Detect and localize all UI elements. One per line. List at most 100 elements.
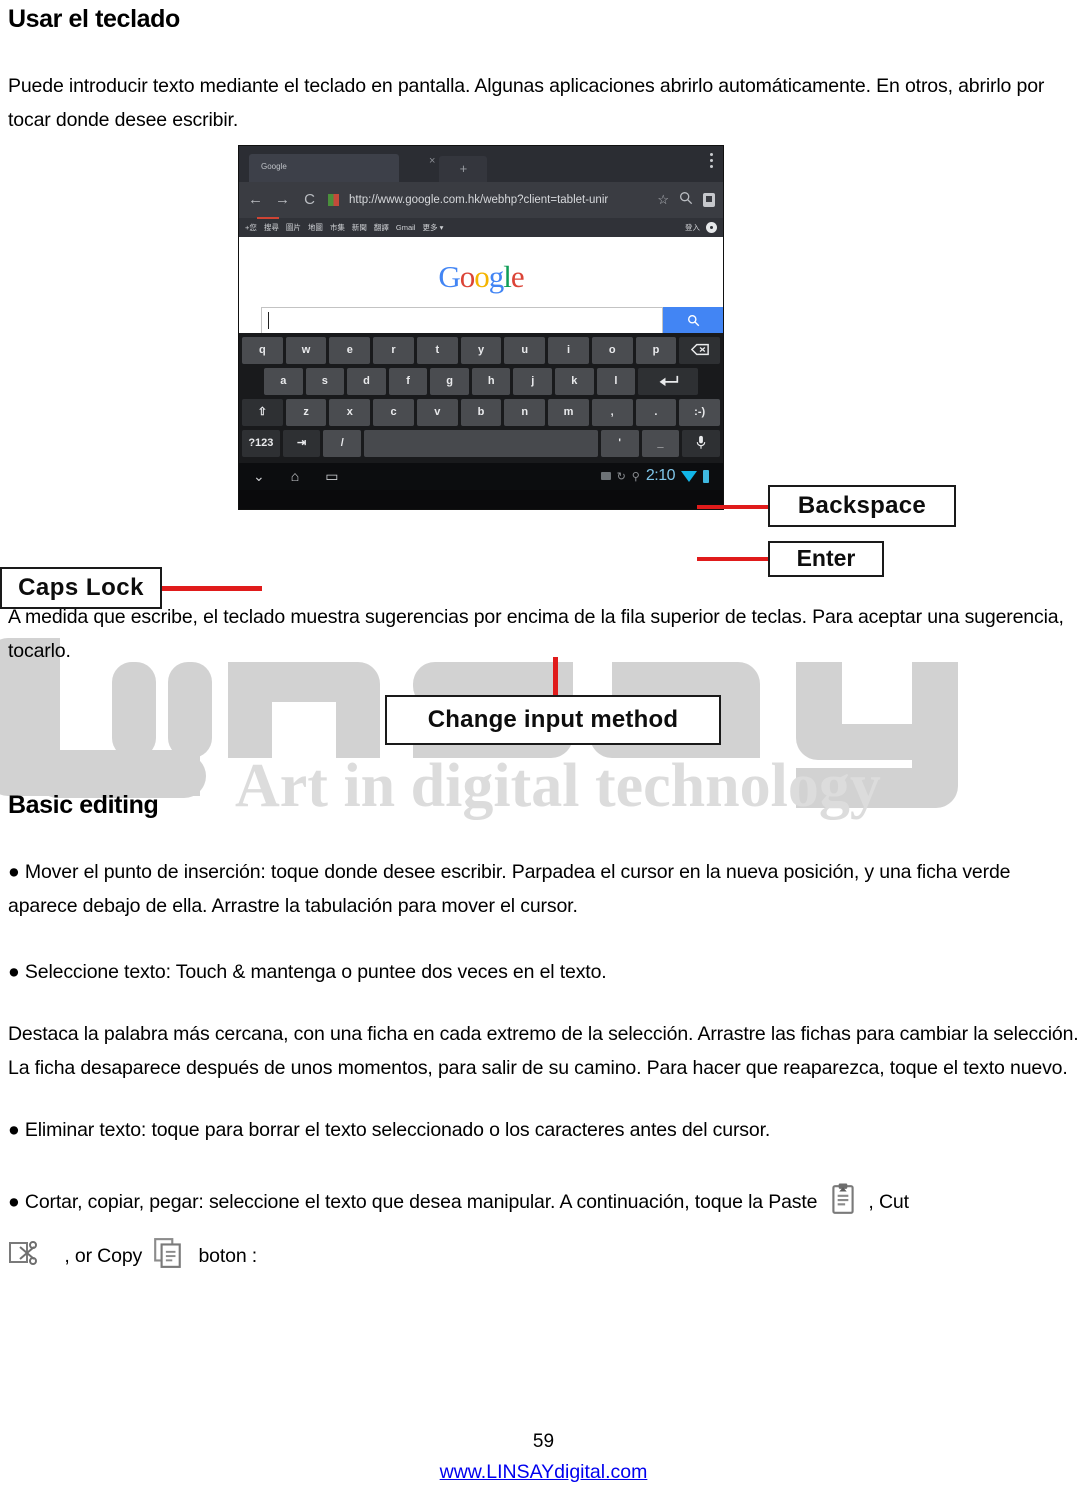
intro-paragraph: Puede introducir texto mediante el tecla… xyxy=(8,74,1045,131)
key-y[interactable]: y xyxy=(460,336,502,364)
keyboard-row-2: a s d f g h j k l xyxy=(242,367,720,395)
key-apostrophe[interactable]: ' xyxy=(600,429,639,457)
back-down-icon[interactable]: ⌄ xyxy=(253,468,265,485)
key-t[interactable]: t xyxy=(416,336,458,364)
key-q[interactable]: q xyxy=(241,336,283,364)
bullet-delete-text: ● Eliminar texto: toque para borrar el t… xyxy=(8,1119,771,1141)
tablet-screenshot: Google × + ← → C http://www.google.com.h… xyxy=(238,144,724,510)
key-d[interactable]: d xyxy=(347,367,386,395)
google-search-input[interactable] xyxy=(261,306,663,333)
google-nav-right: 登入 xyxy=(685,221,717,233)
backspace-key[interactable] xyxy=(679,336,721,364)
logo-char-4: l xyxy=(503,258,512,294)
key-e[interactable]: e xyxy=(329,336,371,364)
key-f[interactable]: f xyxy=(388,367,428,395)
browser-url-bar: ← → C http://www.google.com.hk/webhp?cli… xyxy=(239,181,723,218)
key-b[interactable]: b xyxy=(460,398,502,426)
android-system-bar: ⌄ ⌂ ▭ ↻ ⚲ 2:10 xyxy=(239,462,723,490)
google-nav-item-7[interactable]: Gmail xyxy=(396,223,416,232)
google-nav-item-0[interactable]: +您 xyxy=(245,216,279,233)
numeric-symbols-key[interactable]: ?123 xyxy=(242,429,280,457)
key-r[interactable]: r xyxy=(373,336,414,364)
paragraph-highlight-word: Destaca la palabra más cercana, con una … xyxy=(8,1023,1079,1079)
google-nav-item-2[interactable]: 圖片 xyxy=(286,222,301,233)
key-period[interactable]: . xyxy=(635,398,677,426)
document-page: Art in digital technology Usar el teclad… xyxy=(0,5,1087,1502)
bookmark-star-icon[interactable]: ☆ xyxy=(657,192,669,208)
browser-tab[interactable]: Google xyxy=(249,153,399,182)
bullet-move-insertion-point: ● Mover el punto de inserción: toque don… xyxy=(8,861,1011,917)
forward-icon[interactable]: → xyxy=(274,191,291,208)
logo-char-1: o xyxy=(459,258,475,294)
change-input-method-callout: Change input method xyxy=(385,694,721,745)
key-m[interactable]: m xyxy=(548,398,589,426)
key-z[interactable]: z xyxy=(285,398,327,426)
recents-icon[interactable]: ▭ xyxy=(325,468,338,485)
google-nav-item-4[interactable]: 市集 xyxy=(330,222,345,233)
google-nav-item-3[interactable]: 地圖 xyxy=(308,222,323,233)
key-underscore[interactable]: _ xyxy=(641,429,680,457)
page-number: 59 xyxy=(532,1431,555,1452)
new-tab-button[interactable]: + xyxy=(439,155,488,182)
page-title: Usar el teclado xyxy=(8,5,180,33)
key-g[interactable]: g xyxy=(430,367,469,395)
key-v[interactable]: v xyxy=(416,398,458,426)
browser-menu-icon[interactable] xyxy=(710,152,713,171)
enter-key[interactable] xyxy=(638,367,698,395)
key-n[interactable]: n xyxy=(504,398,546,426)
key-p[interactable]: p xyxy=(635,336,677,364)
cut-icon xyxy=(8,1237,38,1269)
key-s[interactable]: s xyxy=(305,367,345,395)
key-w[interactable]: w xyxy=(285,336,327,364)
google-nav-item-1[interactable]: 搜尋 xyxy=(264,222,279,233)
caps-lock-leader-line xyxy=(162,585,262,591)
key-h[interactable]: h xyxy=(471,367,511,395)
space-key[interactable] xyxy=(364,429,598,457)
google-search-button[interactable] xyxy=(663,306,723,333)
copy-icon xyxy=(153,1237,183,1269)
battery-icon xyxy=(703,469,709,483)
key-x[interactable]: x xyxy=(329,398,371,426)
google-signin-label[interactable]: 登入 xyxy=(685,222,700,233)
key-l[interactable]: l xyxy=(596,367,636,395)
page-footer: 59 www.LINSAYdigital.com xyxy=(0,1431,1087,1484)
paste-icon xyxy=(828,1183,858,1215)
logo-char-3: g xyxy=(488,258,504,294)
google-logo: Google xyxy=(438,258,524,295)
search-icon[interactable] xyxy=(679,191,693,208)
google-nav-item-5[interactable]: 新聞 xyxy=(352,222,367,233)
key-k[interactable]: k xyxy=(555,367,594,395)
home-icon[interactable]: ⌂ xyxy=(291,468,299,484)
key-comma[interactable]: , xyxy=(591,398,633,426)
shift-caps-lock-key[interactable]: ⇧ xyxy=(241,398,283,426)
bookmarks-icon[interactable] xyxy=(703,192,715,207)
back-icon[interactable]: ← xyxy=(247,191,264,208)
tab-key[interactable]: ⇥ xyxy=(282,429,321,457)
change-input-method-icon[interactable] xyxy=(600,472,611,480)
keyboard-row-3: ⇧ z x c v b n m , . :-) xyxy=(241,398,721,426)
usb-icon: ⚲ xyxy=(631,470,640,483)
reload-icon[interactable]: C xyxy=(301,191,318,208)
favicon xyxy=(328,193,339,206)
key-j[interactable]: j xyxy=(513,367,553,395)
key-c[interactable]: c xyxy=(373,398,414,426)
key-o[interactable]: o xyxy=(591,336,633,364)
bullet-cut-copy-paste-text1: ● Cortar, copiar, pegar: seleccione el t… xyxy=(8,1191,818,1213)
key-i[interactable]: i xyxy=(548,336,589,364)
keyboard-row-1: q w e r t y u i o p xyxy=(241,336,721,364)
url-input[interactable]: http://www.google.com.hk/webhp?client=ta… xyxy=(349,194,647,206)
key-a[interactable]: a xyxy=(264,367,303,395)
key-slash[interactable]: / xyxy=(323,429,362,457)
key-u[interactable]: u xyxy=(504,336,546,364)
bullet-cut-copy-paste-text2: , Cut xyxy=(868,1191,909,1213)
keyboard-row-4: ?123 ⇥ / ' _ xyxy=(242,429,720,457)
microphone-key[interactable] xyxy=(682,429,720,457)
section-heading-basic-editing: Basic editing xyxy=(8,790,159,819)
google-nav-item-8[interactable]: 更多 ▾ xyxy=(422,222,443,233)
google-nav-item-6[interactable]: 翻譯 xyxy=(374,222,389,233)
status-icons: ↻ ⚲ 2:10 xyxy=(600,467,709,485)
gear-icon[interactable] xyxy=(706,221,717,233)
footer-website-link[interactable]: www.LINSAYdigital.com xyxy=(440,1461,648,1483)
key-emoticon[interactable]: :-) xyxy=(679,398,721,426)
tab-close-icon[interactable]: × xyxy=(429,155,435,173)
